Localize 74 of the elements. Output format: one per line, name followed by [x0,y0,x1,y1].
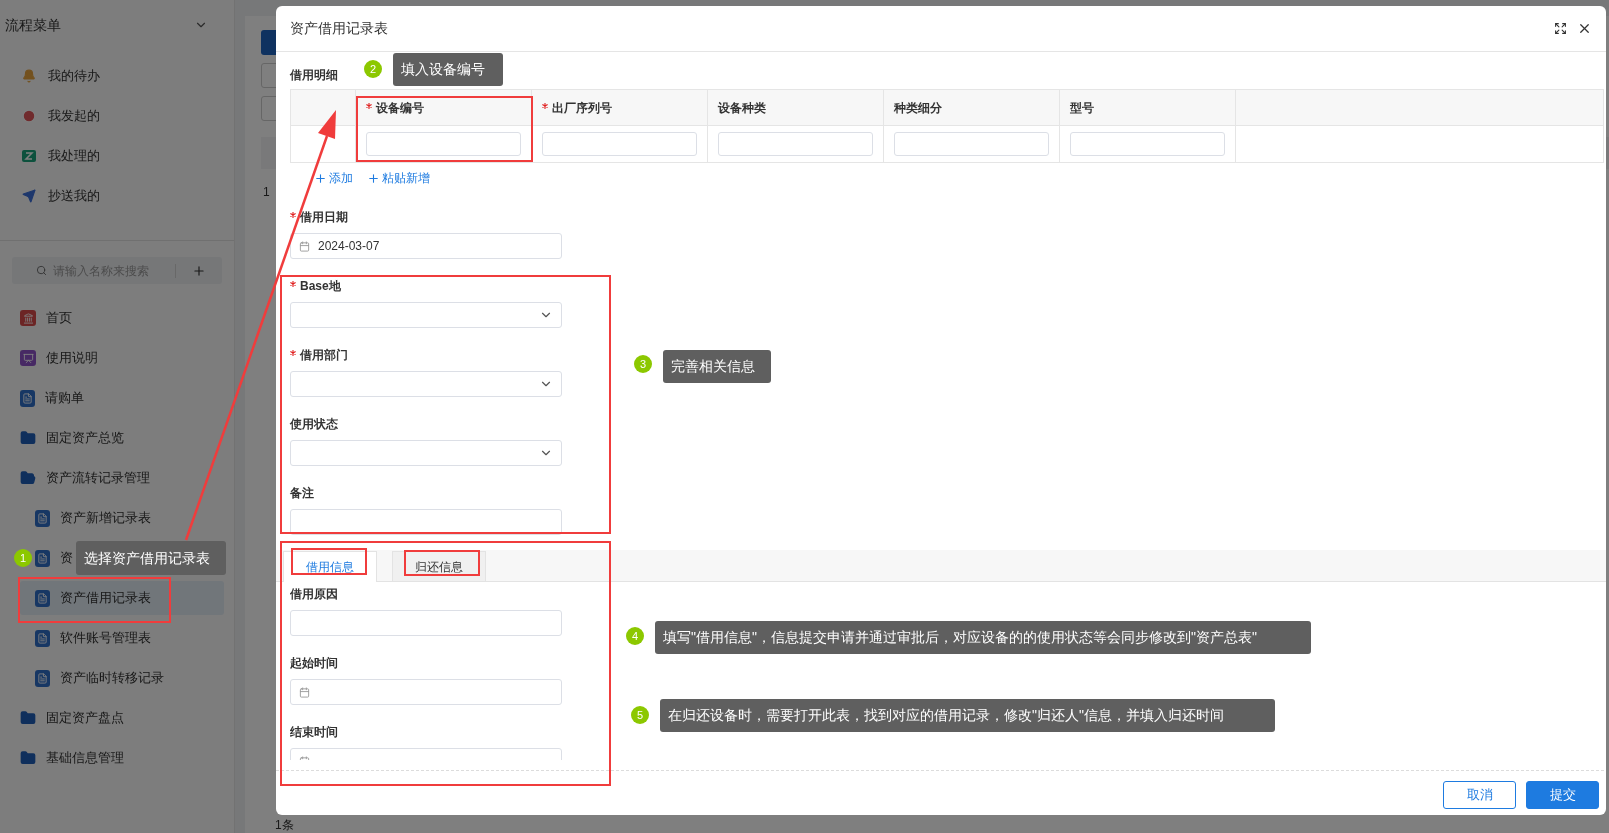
send-icon [22,189,36,203]
date-field[interactable] [290,679,562,705]
field-label: 备注 [290,485,314,502]
nav-item[interactable]: 资产流转记录管理 [20,461,152,495]
nav-item[interactable]: 请购单 [20,381,86,415]
presentation-icon [20,350,36,366]
add-icon[interactable] [192,263,206,278]
date-field[interactable]: 2024-03-07 [290,233,562,259]
nav-item[interactable]: 使用说明 [20,341,100,375]
callout-tooltip: 选择资产借用记录表 [76,541,226,575]
nav-item[interactable]: 首页 [20,301,74,335]
column-header: 型号 [1060,90,1236,125]
flow-menu-item[interactable]: 我发起的 [0,96,234,136]
document-icon [35,669,50,687]
document-icon [20,389,35,407]
callout-tooltip: 填写"借用信息"，信息提交申请并通过审批后，对应设备的的使用状态等会同步修改到"资产总表" [655,621,1311,654]
row-number: 1 [263,184,270,201]
column-header: 出厂序列号 [532,90,708,125]
column-header: 设备种类 [708,90,884,125]
field-label: 起始时间 [290,655,338,672]
bank-icon [20,310,36,326]
add-row-link[interactable]: 粘贴新增 [367,169,430,187]
column-header: 种类细分 [884,90,1060,125]
input-field[interactable] [718,132,873,156]
input-field[interactable] [290,610,562,636]
field-label: 使用状态 [290,416,338,433]
cancel-button[interactable]: 取消 [1443,781,1516,809]
select-field[interactable] [290,302,562,328]
callout-tooltip: 填入设备编号 [393,53,503,86]
nav-item[interactable]: 基础信息管理 [20,741,126,775]
submit-button[interactable]: 提交 [1526,781,1599,809]
tab[interactable]: 借用信息 [283,551,377,582]
nav-item[interactable]: 资产借用记录表 [20,581,224,615]
select-field[interactable] [290,371,562,397]
document-icon [35,549,50,567]
nav-item[interactable]: 固定资产盘点 [20,701,126,735]
field-label: 结束时间 [290,724,338,741]
close-icon[interactable] [1577,21,1592,36]
input-field[interactable] [894,132,1049,156]
calendar-icon [299,240,310,252]
nav-item[interactable]: 资产新增记录表 [35,501,153,535]
dialog-title: 资产借用记录表 [290,19,388,38]
document-icon [35,589,50,607]
input-field[interactable] [542,132,697,156]
document-icon [35,509,50,527]
sidebar-title: 流程菜单 [5,15,61,35]
input-field[interactable] [366,132,521,156]
search-icon [36,265,47,276]
nav-item[interactable]: 资 [35,541,75,575]
document-icon [35,629,50,647]
flow-menu-item[interactable]: 我的待办 [0,56,234,96]
field-label: 借用原因 [290,586,338,603]
nav-item[interactable]: 软件账号管理表 [35,621,153,655]
input-field[interactable] [290,509,562,535]
z-badge-icon [22,149,36,163]
input-field[interactable] [1070,132,1225,156]
section-label: 借用明细 [290,67,338,84]
field-label: Base地 [300,278,341,295]
bell-icon [22,69,36,83]
flow-menu-item[interactable]: 抄送我的 [0,176,234,216]
callout-tooltip: 完善相关信息 [663,350,771,383]
flow-menu-item[interactable]: 我处理的 [0,136,234,176]
field-label: 借用部门 [300,347,348,364]
field-label: 借用日期 [300,209,348,226]
nav-item[interactable]: 资产临时转移记录 [35,661,166,695]
record-count: 1条 [275,817,294,832]
nav-item[interactable]: 固定资产总览 [20,421,126,455]
plus-icon [314,171,327,185]
plus-icon [367,171,380,185]
calendar-icon [299,686,310,698]
expand-icon[interactable] [1554,22,1567,35]
select-field[interactable] [290,440,562,466]
add-row-link[interactable]: 添加 [314,169,353,187]
callout-tooltip: 在归还设备时，需要打开此表，找到对应的借用记录，修改"归还人"信息，并填入归还时间 [660,699,1275,732]
